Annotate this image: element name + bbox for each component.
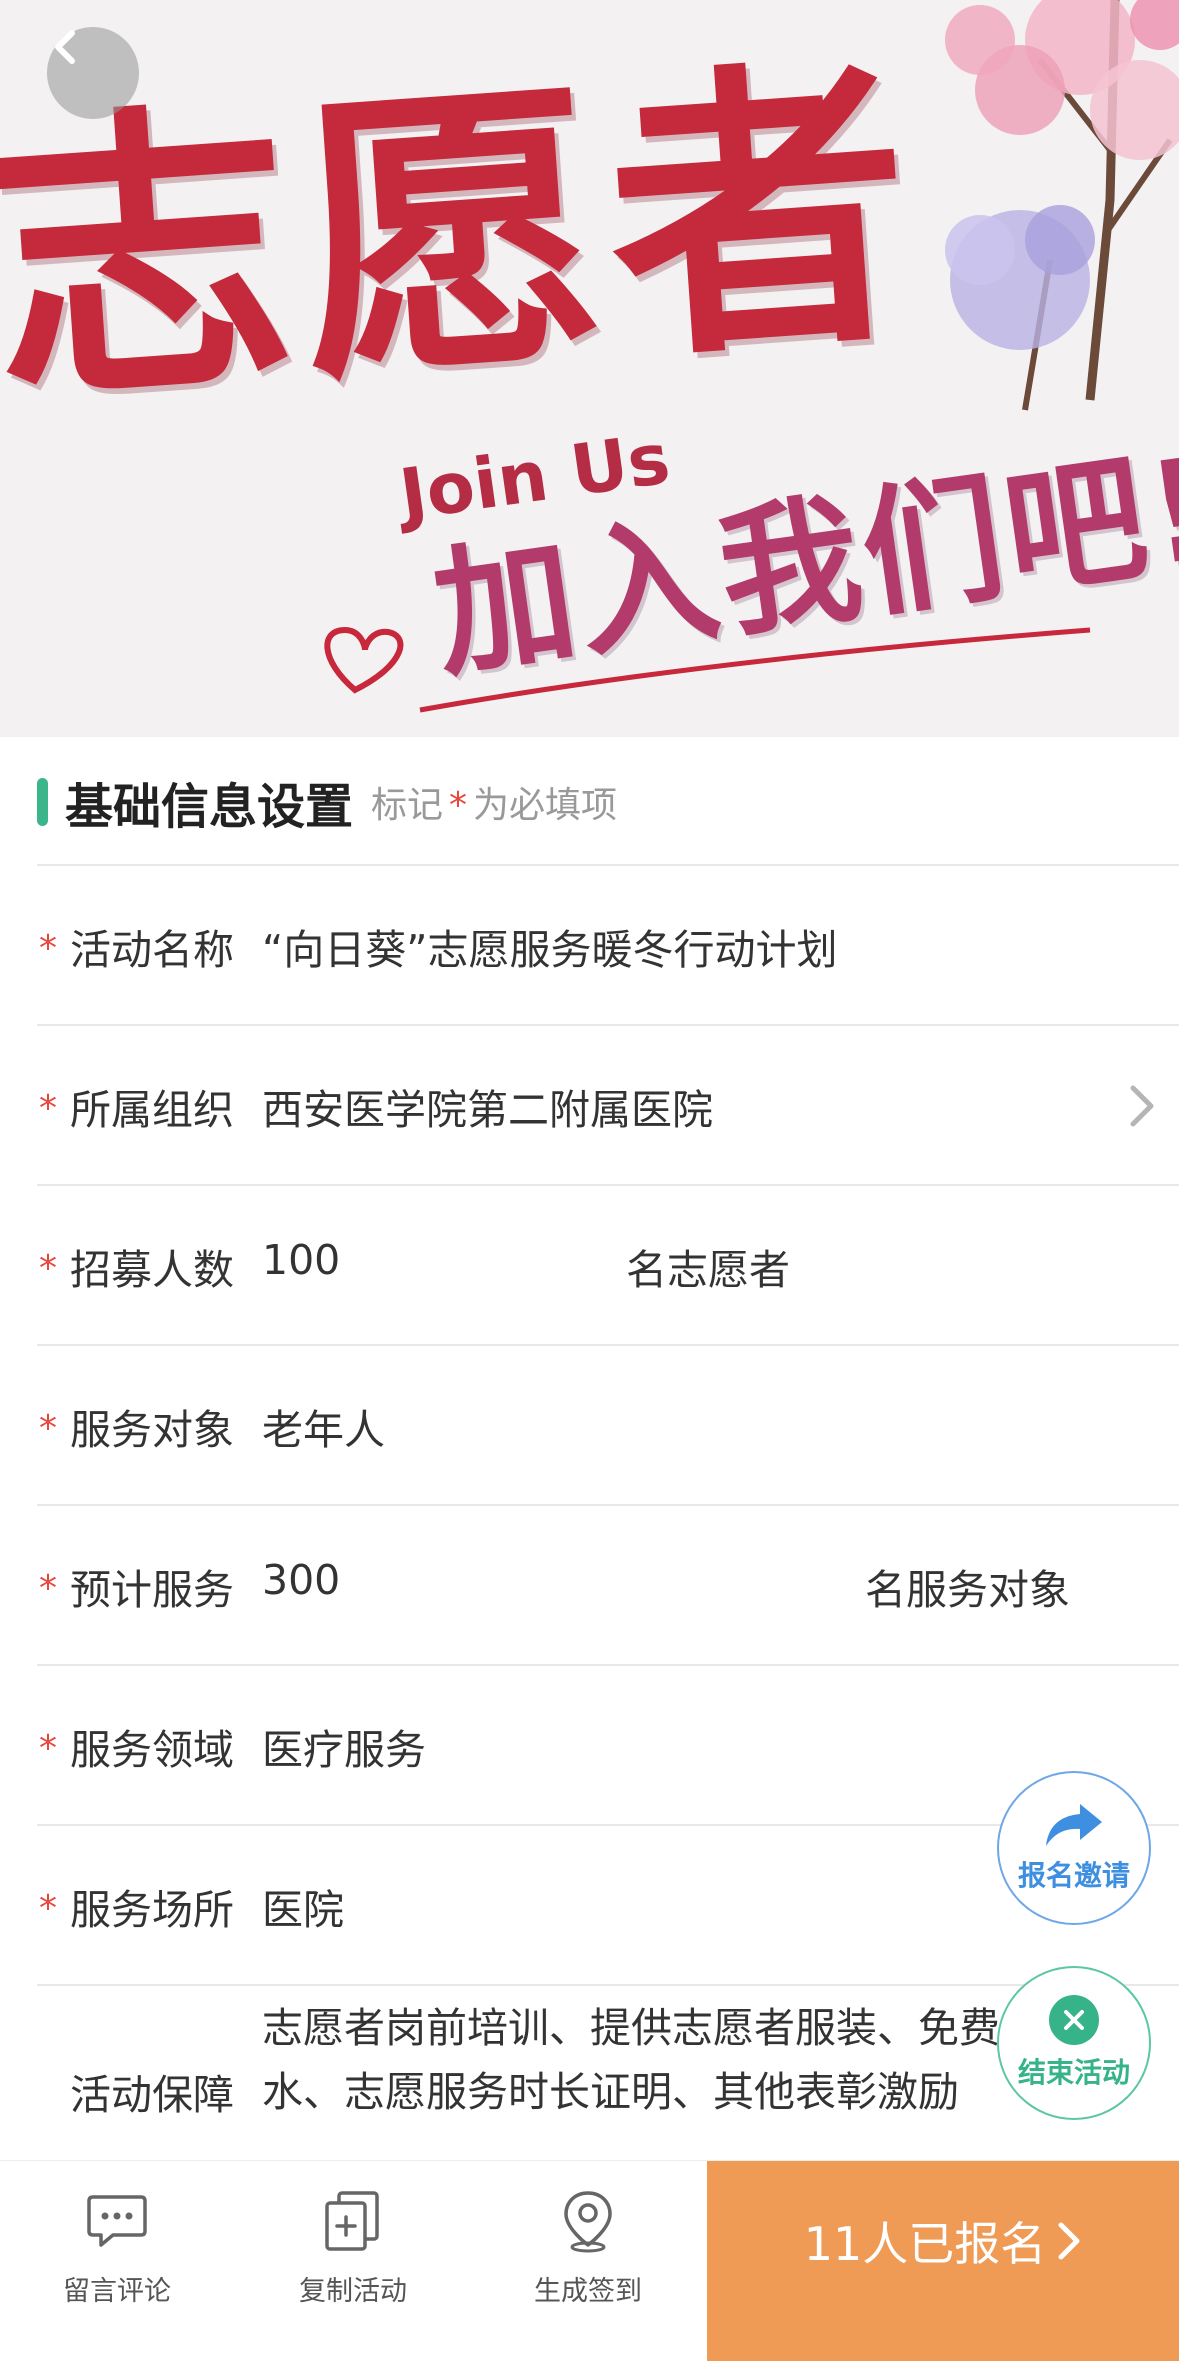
required-mark: *: [39, 1728, 57, 1769]
bottom-action-bar: 留言评论 复制活动 生成签到 11人已报名: [0, 2160, 1179, 2361]
recruit-count-field[interactable]: 100: [262, 1236, 340, 1284]
form-label: 活动保障: [70, 2071, 234, 2119]
form-row-recruit-count[interactable]: * 招募人数 100 名志愿者: [37, 1184, 1179, 1344]
tab-copy-activity[interactable]: 复制活动: [263, 2181, 443, 2331]
section-note-suffix: 为必填项: [473, 785, 618, 826]
recruit-count-unit: 名志愿者: [626, 1246, 790, 1294]
required-mark: *: [39, 1088, 57, 1129]
location-pin-icon: [564, 2191, 612, 2253]
expected-service-field[interactable]: 300: [262, 1556, 340, 1604]
chevron-left-icon: [55, 30, 75, 64]
back-button[interactable]: [47, 27, 139, 119]
signup-count-label: 11人已报名: [803, 2217, 1047, 2271]
end-activity-label: 结束活动: [1017, 2056, 1130, 2089]
tab-comments-label: 留言评论: [63, 2276, 171, 2307]
form-row-service-target[interactable]: * 服务对象 老年人: [37, 1344, 1179, 1504]
banner-image: 志愿者 Join Us 加入我们吧!: [0, 0, 1179, 737]
invite-signup-label: 报名邀请: [1017, 1859, 1130, 1892]
section-note: 标记 * 为必填项: [371, 776, 617, 828]
required-mark: *: [39, 1248, 57, 1289]
chat-bubble-icon: [87, 2195, 147, 2247]
close-circle-icon: [1049, 1995, 1099, 2045]
form-label: 活动名称: [70, 926, 234, 974]
tab-generate-checkin-label: 生成签到: [534, 2276, 642, 2307]
chevron-right-icon: [1058, 2222, 1080, 2260]
organization-field[interactable]: 西安医学院第二附属医院: [262, 1076, 713, 1136]
section-header: 基础信息设置 标记 * 为必填项: [37, 770, 617, 835]
required-mark: *: [39, 1408, 57, 1449]
banner-title: 志愿者: [0, 25, 932, 444]
form-label: 服务场所: [70, 1886, 234, 1934]
tab-copy-activity-label: 复制活动: [299, 2276, 407, 2307]
required-mark: *: [39, 1568, 57, 1609]
required-mark: *: [39, 928, 57, 969]
close-icon: [1064, 2010, 1084, 2030]
form-label: 招募人数: [70, 1246, 234, 1294]
service-target-field[interactable]: 老年人: [262, 1396, 385, 1456]
section-title: 基础信息设置: [65, 779, 354, 835]
tab-generate-checkin[interactable]: 生成签到: [498, 2181, 678, 2331]
form-label: 服务领域: [70, 1726, 234, 1774]
signup-count-button[interactable]: 11人已报名: [707, 2161, 1179, 2361]
activity-form: * 活动名称 “向日葵”志愿服务暖冬行动计划 * 所属组织 西安医学院第二附属医…: [37, 864, 1179, 2144]
form-label: 服务对象: [70, 1406, 234, 1454]
service-location-field[interactable]: 医院: [262, 1876, 344, 1936]
copy-icon: [325, 2191, 379, 2251]
activity-guarantee-field[interactable]: 志愿者岗前培训、提供志愿者服装、免费饮水、志愿服务时长证明、其他表彰激励: [262, 1996, 1082, 2146]
chevron-right-icon[interactable]: [1127, 1084, 1157, 1128]
activity-name-field[interactable]: “向日葵”志愿服务暖冬行动计划: [262, 916, 837, 976]
form-label: 所属组织: [70, 1086, 234, 1134]
required-star: *: [449, 785, 468, 826]
end-activity-button[interactable]: 结束活动: [997, 1966, 1151, 2120]
tab-comments[interactable]: 留言评论: [27, 2181, 207, 2331]
form-row-organization[interactable]: * 所属组织 西安医学院第二附属医院: [37, 1024, 1179, 1184]
form-row-expected-service[interactable]: * 预计服务 300 名服务对象: [37, 1504, 1179, 1664]
service-domain-field[interactable]: 医疗服务: [262, 1716, 426, 1776]
form-label: 预计服务: [70, 1566, 234, 1614]
expected-service-unit: 名服务对象: [865, 1566, 1070, 1614]
section-accent-bar: [37, 778, 48, 826]
share-arrow-icon: [1046, 1804, 1102, 1846]
section-note-prefix: 标记: [371, 785, 444, 826]
required-mark: *: [39, 1888, 57, 1929]
form-row-service-field[interactable]: * 服务领域 医疗服务: [37, 1664, 1179, 1824]
invite-signup-button[interactable]: 报名邀请: [997, 1771, 1151, 1925]
form-row-activity-name[interactable]: * 活动名称 “向日葵”志愿服务暖冬行动计划: [37, 864, 1179, 1024]
